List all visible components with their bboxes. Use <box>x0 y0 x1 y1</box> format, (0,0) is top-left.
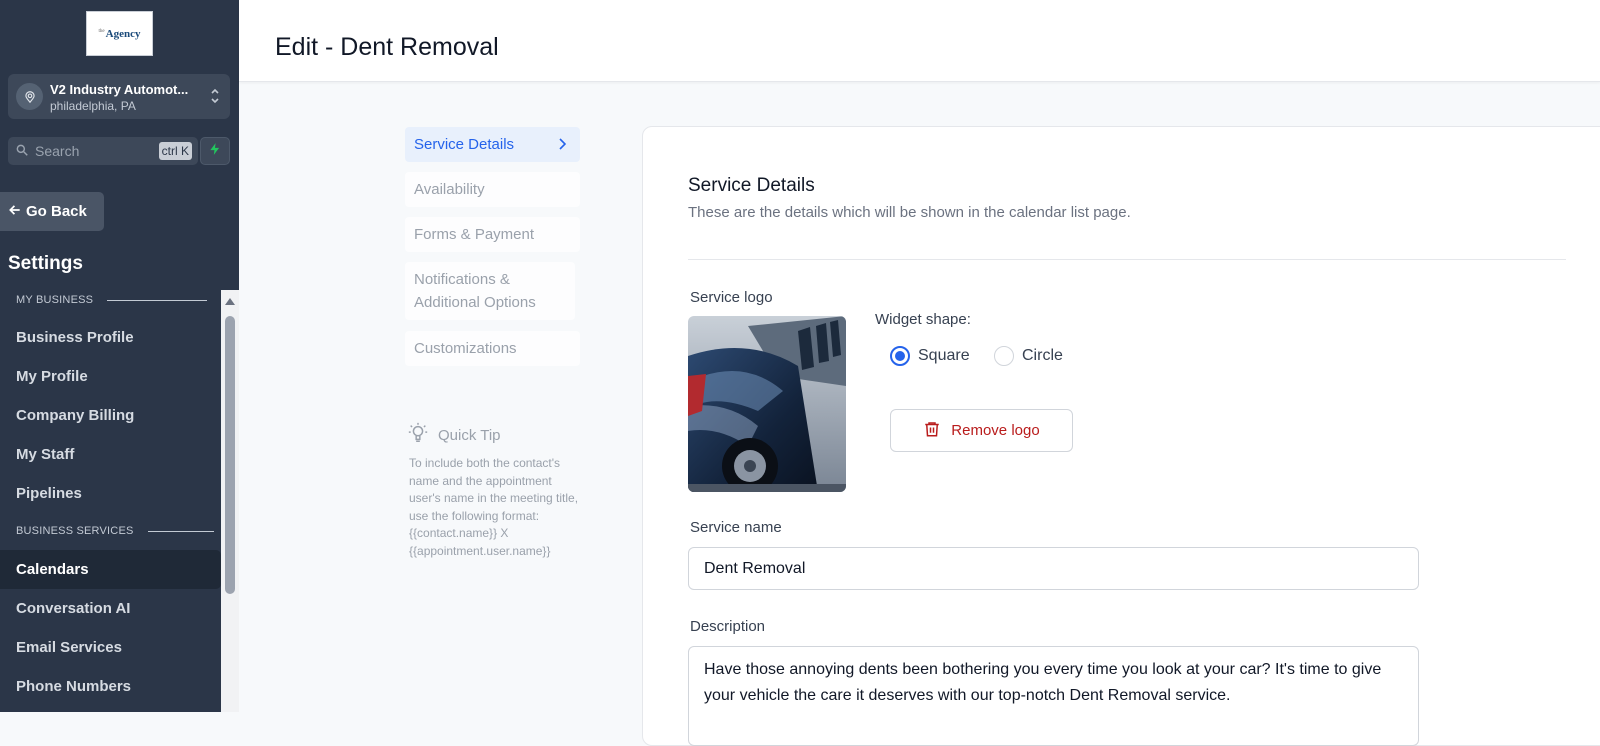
chevron-right-icon <box>558 134 567 157</box>
page-header: Edit - Dent Removal <box>239 0 1600 82</box>
nav-section-business-services: BUSINESS SERVICES <box>16 525 214 537</box>
service-details-card: Service Details These are the details wh… <box>642 126 1600 746</box>
sidebar-item-label: Phone Numbers <box>16 678 132 695</box>
search-input[interactable]: Search ctrl K <box>8 137 198 165</box>
radio-unselected-icon <box>994 346 1014 366</box>
sidebar-item-label: Calendars <box>16 561 89 578</box>
description-value: Have those annoying dents been bothering… <box>704 661 1382 704</box>
settings-nav: MY BUSINESS Business Profile My Profile … <box>0 290 221 712</box>
go-back-button[interactable]: Go Back <box>0 192 104 231</box>
scrollbar-thumb[interactable] <box>225 316 235 594</box>
agency-logo-text: Agency <box>105 27 141 40</box>
description-label: Description <box>690 618 766 635</box>
go-back-label: Go Back <box>26 203 87 220</box>
widget-shape-label: Widget shape: <box>875 311 971 328</box>
sidebar-item-my-staff[interactable]: My Staff <box>0 435 221 474</box>
sidebar-item-email-services[interactable]: Email Services <box>0 628 221 667</box>
sidebar-item-label: Company Billing <box>16 407 135 424</box>
step-label: Customizations <box>414 340 517 357</box>
sidebar-item-label: Email Services <box>16 639 122 656</box>
section-divider <box>688 259 1566 260</box>
sidebar-item-phone-numbers[interactable]: Phone Numbers <box>0 667 221 706</box>
remove-logo-label: Remove logo <box>951 422 1040 439</box>
step-label: Service Details <box>414 136 515 153</box>
quick-actions-button[interactable] <box>200 137 230 165</box>
nav-section-label: BUSINESS SERVICES <box>16 525 134 537</box>
sidebar-item-pipelines[interactable]: Pipelines <box>0 474 221 513</box>
radio-selected-icon <box>890 346 910 366</box>
search-icon <box>15 143 29 162</box>
sidebar-item-conversation-ai[interactable]: Conversation AI <box>0 589 221 628</box>
sidebar-item-my-profile[interactable]: My Profile <box>0 357 221 396</box>
agency-logo[interactable]: theAgency <box>86 11 153 56</box>
scroll-up-arrow-icon[interactable] <box>225 298 235 305</box>
location-pin-icon <box>16 83 43 110</box>
sidebar: theAgency V2 Industry Automot... philade… <box>0 0 239 712</box>
nav-section-label: MY BUSINESS <box>16 294 94 306</box>
service-logo-image[interactable] <box>688 316 846 492</box>
shape-square-label: Square <box>918 347 970 364</box>
settings-title: Settings <box>8 253 83 274</box>
sidebar-item-business-profile[interactable]: Business Profile <box>0 318 221 357</box>
sidebar-item-label: Pipelines <box>16 485 82 502</box>
section-divider <box>107 299 208 301</box>
shape-circle-radio[interactable]: Circle <box>994 346 1063 366</box>
sidebar-item-calendars[interactable]: Calendars <box>0 550 221 589</box>
shape-square-radio[interactable]: Square <box>890 346 970 366</box>
quick-tip-title: Quick Tip <box>438 426 501 444</box>
page-title: Edit - Dent Removal <box>275 33 499 61</box>
service-logo-label: Service logo <box>690 289 773 306</box>
location-name: V2 Industry Automot... <box>50 82 189 97</box>
step-notifications[interactable]: Notifications & Additional Options <box>405 262 575 320</box>
service-name-value: Dent Removal <box>704 559 806 577</box>
nav-section-my-business: MY BUSINESS <box>16 294 208 306</box>
trash-icon <box>923 419 941 443</box>
sidebar-item-label: Conversation AI <box>16 600 131 617</box>
agency-logo-prefix: the <box>98 28 105 34</box>
description-textarea[interactable]: Have those annoying dents been bothering… <box>688 646 1419 746</box>
section-divider <box>147 530 214 532</box>
service-name-label: Service name <box>690 519 782 536</box>
search-placeholder: Search <box>35 143 80 159</box>
search-shortcut-badge: ctrl K <box>158 142 192 160</box>
sidebar-item-company-billing[interactable]: Company Billing <box>0 396 221 435</box>
location-city: philadelphia, PA <box>50 99 136 113</box>
service-name-input[interactable]: Dent Removal <box>688 547 1419 590</box>
sidebar-scrollbar[interactable] <box>221 290 239 712</box>
sidebar-item-label: My Staff <box>16 446 75 463</box>
shape-circle-label: Circle <box>1022 347 1063 364</box>
sidebar-header: theAgency V2 Industry Automot... philade… <box>0 0 239 288</box>
sidebar-item-label: Business Profile <box>16 329 134 346</box>
chevron-up-down-icon <box>210 86 220 106</box>
quick-tip-body: To include both the contact's name and t… <box>409 456 579 558</box>
location-switcher[interactable]: V2 Industry Automot... philadelphia, PA <box>8 74 230 119</box>
sidebar-item-label: My Profile <box>16 368 88 385</box>
section-subtitle: These are the details which will be show… <box>688 204 1131 221</box>
step-label: Forms & Payment <box>414 226 535 243</box>
lightning-bolt-icon <box>208 141 222 162</box>
remove-logo-button[interactable]: Remove logo <box>890 409 1073 452</box>
step-label: Availability <box>414 181 485 198</box>
step-label: Notifications & Additional Options <box>414 271 536 311</box>
arrow-left-icon <box>8 203 22 221</box>
step-forms-payment[interactable]: Forms & Payment <box>405 217 580 252</box>
step-service-details[interactable]: Service Details <box>405 127 580 162</box>
step-availability[interactable]: Availability <box>405 172 580 207</box>
quick-tip-header: Quick Tip <box>407 421 501 449</box>
section-title: Service Details <box>688 175 815 196</box>
lightbulb-icon <box>407 421 429 449</box>
step-customizations[interactable]: Customizations <box>405 331 580 366</box>
